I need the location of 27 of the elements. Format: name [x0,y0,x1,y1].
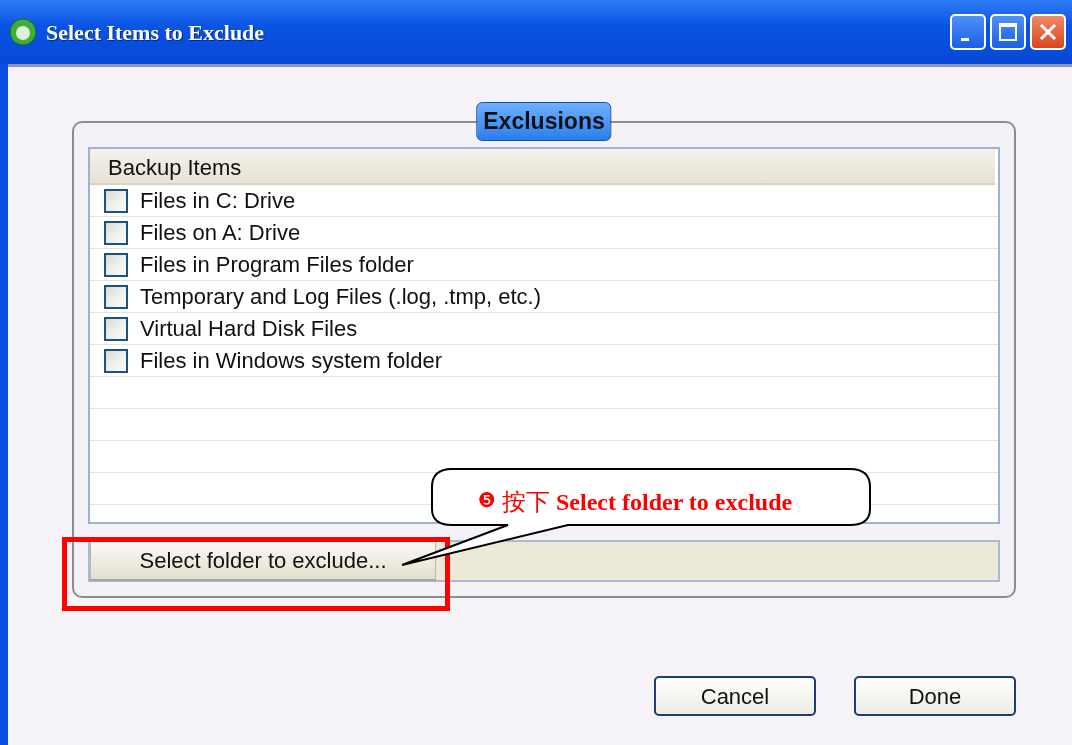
step-marker: ❺ [478,487,496,514]
checkbox[interactable] [104,252,128,277]
callout-text: 按下 Select folder to exclude [502,488,793,517]
item-label: Temporary and Log Files (.log, .tmp, etc.) [140,283,542,311]
item-label: Files in Windows system folder [140,347,442,375]
close-button[interactable] [1030,14,1066,50]
group-legend: Exclusions [476,102,612,141]
maximize-icon [998,22,1018,42]
checkbox[interactable] [104,284,128,309]
maximize-button[interactable] [990,14,1026,50]
item-label: Files in C: Drive [140,187,296,215]
dialog-button[interactable]: Cancel [654,676,816,716]
close-icon [1038,22,1058,42]
item-label: Files on A: Drive [140,219,301,247]
window-title: Select Items to Exclude [46,18,265,47]
item-label: Virtual Hard Disk Files [140,315,358,343]
checkbox[interactable] [104,188,128,213]
column-header: Backup Items [90,149,995,185]
app-icon [8,17,38,47]
checkbox[interactable] [104,220,128,245]
checkbox[interactable] [104,316,128,341]
checkbox[interactable] [104,348,128,373]
item-label: Files in Program Files folder [140,251,414,279]
minimize-button[interactable] [950,14,986,50]
select-folder-button[interactable]: Select folder to exclude... [90,541,436,581]
dialog-button[interactable]: Done [854,676,1016,716]
minimize-icon [961,37,969,41]
